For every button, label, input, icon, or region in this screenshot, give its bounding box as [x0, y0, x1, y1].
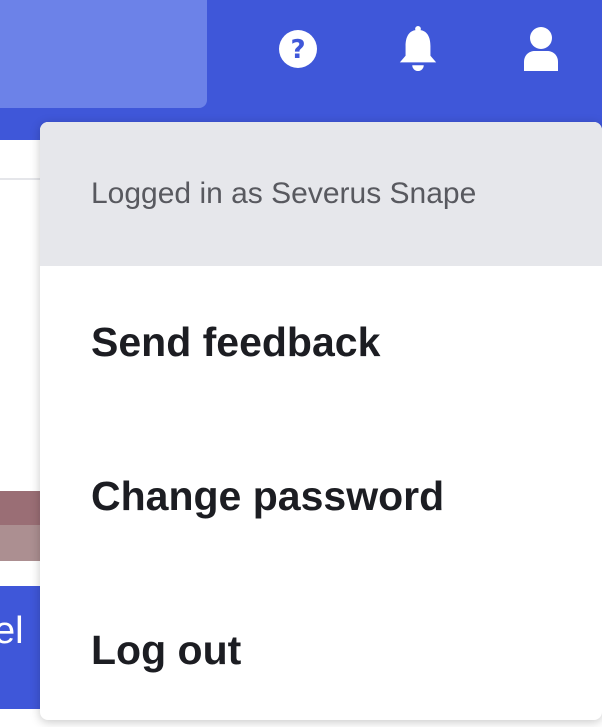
user-dropdown-menu: Logged in as Severus Snape Send feedback… [40, 122, 602, 720]
search-box[interactable] [0, 0, 207, 108]
logged-in-header: Logged in as Severus Snape [40, 122, 602, 266]
user-menu-button[interactable] [519, 24, 563, 74]
logged-in-label: Logged in as Severus Snape [91, 177, 477, 210]
help-icon: ? [279, 30, 317, 68]
top-navigation-bar: ? [0, 0, 602, 140]
bell-icon [399, 26, 437, 71]
user-icon [524, 27, 558, 71]
send-feedback-item[interactable]: Send feedback [91, 322, 380, 363]
background-panel-text: el [0, 610, 24, 652]
change-password-item[interactable]: Change password [91, 476, 444, 517]
svg-text:?: ? [290, 35, 305, 65]
help-button[interactable]: ? [276, 24, 320, 74]
notifications-button[interactable] [396, 24, 440, 74]
log-out-item[interactable]: Log out [91, 630, 241, 671]
